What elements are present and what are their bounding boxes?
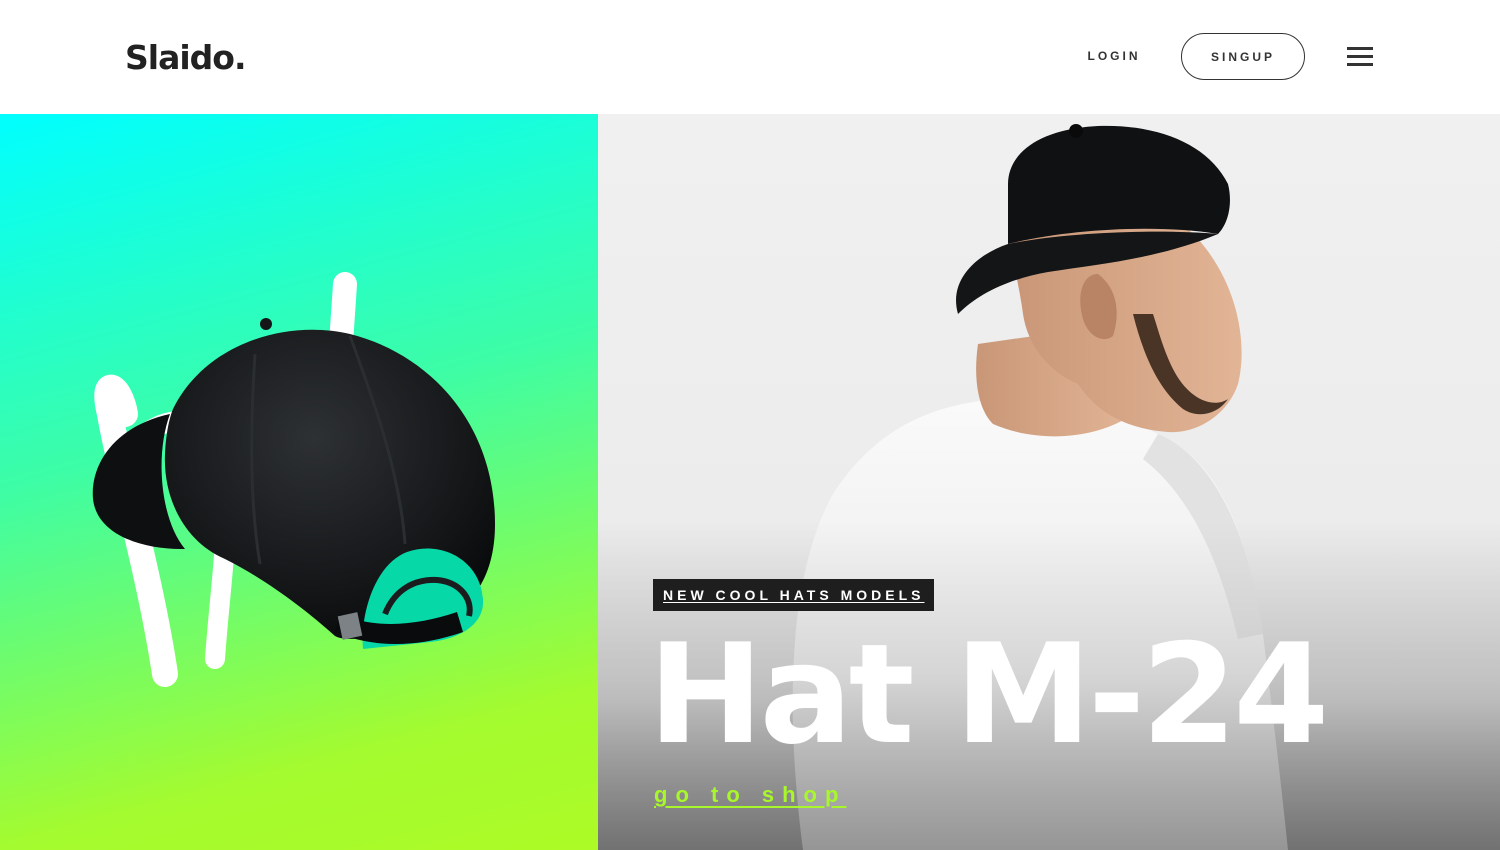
signup-label: SINGUP xyxy=(1210,49,1275,64)
baseball-cap-image xyxy=(92,318,495,649)
product-title: Hat M-24 xyxy=(648,614,1329,775)
category-tag[interactable]: NEW COOL HATS MODELS xyxy=(653,579,935,611)
category-tag-label: NEW COOL HATS MODELS xyxy=(663,587,925,603)
login-link[interactable]: LOGIN xyxy=(1068,49,1160,63)
go-to-shop-link[interactable]: go to shop xyxy=(654,782,846,808)
menu-line xyxy=(1347,47,1373,50)
product-panel xyxy=(0,114,598,850)
hero-photo-panel: NEW COOL HATS MODELS Hat M-24 go to shop xyxy=(598,114,1500,850)
signup-button[interactable]: SINGUP xyxy=(1181,33,1305,80)
site-logo[interactable]: Slaido. xyxy=(125,38,246,77)
site-header: Slaido. LOGIN SINGUP xyxy=(0,0,1500,114)
menu-line xyxy=(1347,63,1373,66)
menu-line xyxy=(1347,55,1373,58)
hamburger-menu-icon[interactable] xyxy=(1347,46,1373,68)
